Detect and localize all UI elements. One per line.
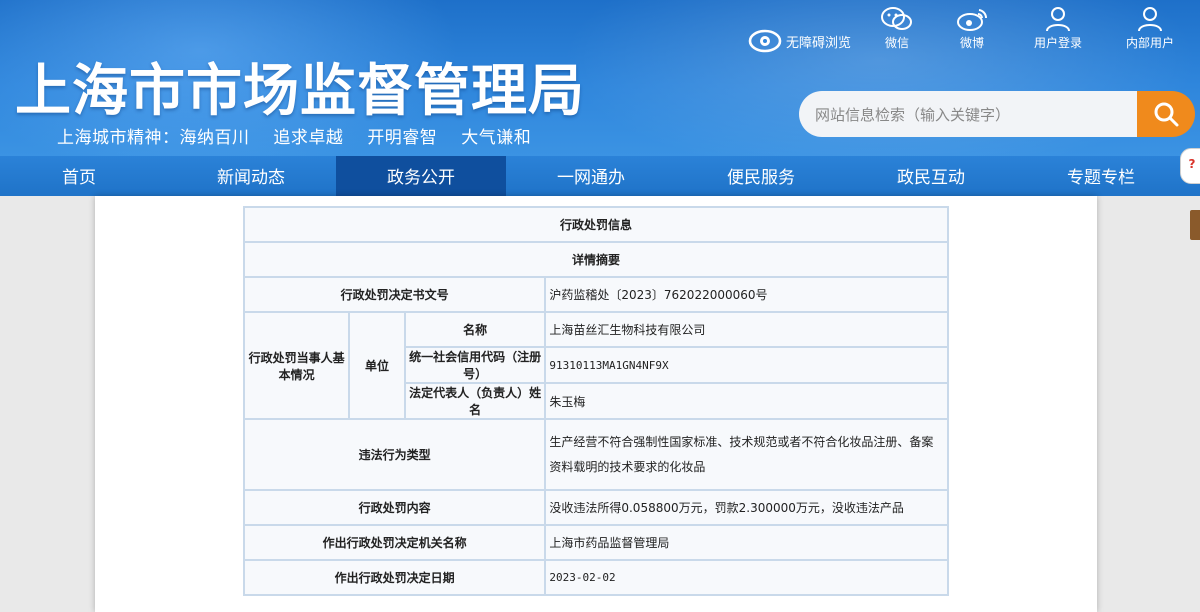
penalty-content-label: 行政处罚内容 — [245, 491, 545, 524]
help-icon: ? — [1188, 157, 1196, 171]
violation-type-label: 违法行为类型 — [245, 420, 545, 489]
slogan-part: 上海城市精神：海纳百川 — [57, 128, 250, 148]
site-title[interactable]: 上海市市场监督管理局 — [15, 46, 585, 127]
weibo-link[interactable]: 微博 — [937, 6, 1007, 51]
nav-item-public-service[interactable]: 便民服务 — [676, 156, 846, 196]
slogan-part: 追求卓越 — [273, 128, 344, 148]
doc-number-label: 行政处罚决定书文号 — [245, 278, 545, 311]
authority-label: 作出行政处罚决定机关名称 — [245, 526, 545, 559]
decision-date-value: 2023-02-02 — [546, 561, 947, 594]
nav-item-special-topics[interactable]: 专题专栏 — [1016, 156, 1186, 196]
table-subtitle: 详情摘要 — [245, 243, 947, 276]
city-slogan: 上海城市精神：海纳百川 追求卓越 开明睿智 大气谦和 — [57, 123, 549, 148]
accessibility-link[interactable]: 无障碍浏览 — [748, 26, 851, 56]
authority-value: 上海市药品监督管理局 — [546, 526, 947, 559]
name-label: 名称 — [405, 313, 545, 346]
top-link-label: 用户登录 — [1033, 36, 1082, 50]
search-input[interactable]: 网站信息检索（输入关键字） — [799, 91, 1145, 137]
nav-item-online-service[interactable]: 一网通办 — [506, 156, 676, 196]
site-header: 上海市市场监督管理局 上海城市精神：海纳百川 追求卓越 开明睿智 大气谦和 无障… — [0, 0, 1200, 156]
slogan-part: 大气谦和 — [461, 128, 532, 148]
doc-number-value: 沪药监稽处〔2023〕762022000060号 — [546, 278, 947, 311]
main-nav: 首页 新闻动态 政务公开 一网通办 便民服务 政民互动 专题专栏 — [0, 156, 1200, 196]
table-title: 行政处罚信息 — [245, 208, 947, 241]
penalty-info-table: 行政处罚信息 详情摘要 行政处罚决定书文号 沪药监稽处〔2023〕7620220… — [243, 206, 949, 596]
wechat-link[interactable]: 微信 — [862, 6, 932, 51]
nav-item-interaction[interactable]: 政民互动 — [846, 156, 1016, 196]
top-link-label: 内部用户 — [1125, 36, 1174, 50]
credit-code-label: 统一社会信用代码（注册号） — [405, 348, 545, 382]
top-link-label: 微博 — [959, 36, 984, 50]
credit-code-value: 91310113MA1GN4NF9X — [546, 348, 947, 382]
nav-item-government-affairs[interactable]: 政务公开 — [336, 156, 506, 196]
help-widget[interactable]: ? — [1180, 148, 1200, 184]
slogan-part: 开明睿智 — [367, 128, 438, 148]
eye-icon — [748, 29, 782, 53]
legal-rep-value: 朱玉梅 — [546, 384, 947, 418]
side-decoration — [1190, 210, 1200, 240]
penalty-content-value: 没收违法所得0.058800万元，罚款2.300000万元，没收违法产品 — [546, 491, 947, 524]
search-button[interactable] — [1137, 91, 1195, 137]
wechat-icon — [881, 7, 912, 30]
content-panel: 行政处罚信息 详情摘要 行政处罚决定书文号 沪药监稽处〔2023〕7620220… — [95, 196, 1097, 612]
accessibility-label: 无障碍浏览 — [786, 35, 852, 51]
internal-user-link[interactable]: 内部用户 — [1115, 6, 1185, 51]
legal-rep-label: 法定代表人（负责人）姓名 — [405, 384, 545, 418]
nav-item-news[interactable]: 新闻动态 — [166, 156, 336, 196]
nav-item-home[interactable]: 首页 — [0, 156, 166, 196]
unit-label: 单位 — [350, 313, 404, 418]
name-value: 上海苗丝汇生物科技有限公司 — [546, 313, 947, 346]
user-login-link[interactable]: 用户登录 — [1023, 6, 1093, 51]
violation-type-value: 生产经营不符合强制性国家标准、技术规范或者不符合化妆品注册、备案资料载明的技术要… — [546, 420, 947, 489]
decision-date-label: 作出行政处罚决定日期 — [245, 561, 545, 594]
search-icon — [1154, 102, 1179, 127]
weibo-icon — [957, 9, 988, 31]
user-icon — [1138, 7, 1162, 32]
party-info-label: 行政处罚当事人基本情况 — [245, 313, 349, 418]
user-icon — [1046, 7, 1070, 32]
top-link-label: 微信 — [884, 36, 909, 50]
